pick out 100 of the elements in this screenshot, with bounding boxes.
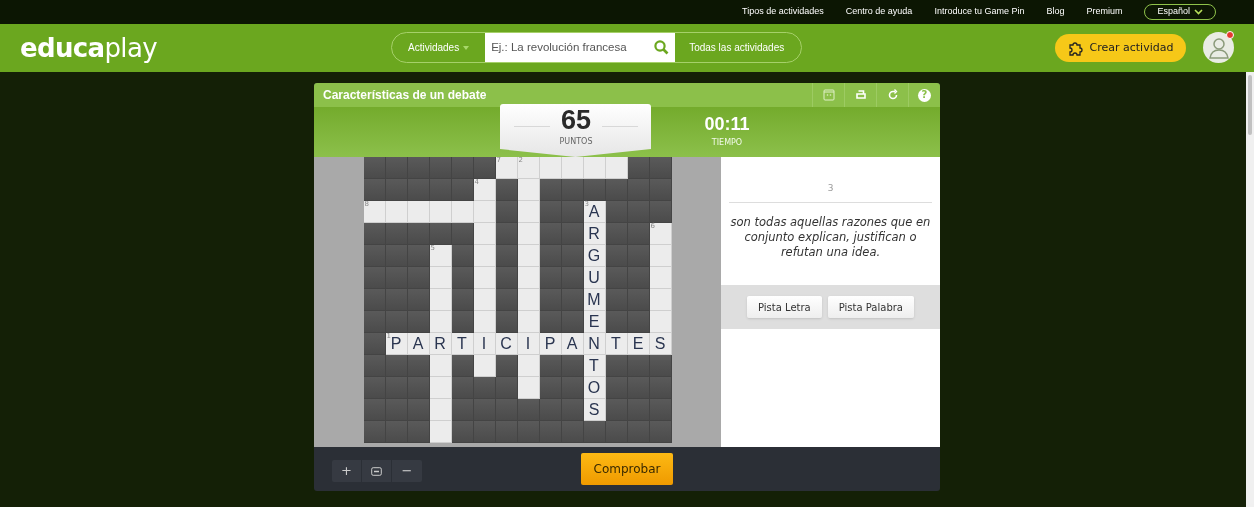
crossword-cell[interactable] bbox=[473, 267, 496, 289]
crossword-cell[interactable] bbox=[429, 421, 452, 443]
blocked-cell bbox=[627, 245, 650, 267]
create-activity-button[interactable]: Crear actividad bbox=[1055, 34, 1186, 62]
crossword-cell[interactable] bbox=[649, 311, 672, 333]
blocked-cell bbox=[605, 267, 628, 289]
crossword-cell[interactable] bbox=[473, 223, 496, 245]
blocked-cell bbox=[627, 267, 650, 289]
top-nav-link[interactable]: Tipos de actividades bbox=[742, 5, 824, 19]
blocked-cell bbox=[407, 421, 430, 443]
blocked-cell bbox=[561, 267, 584, 289]
crossword-cell[interactable] bbox=[407, 201, 430, 223]
crossword-cell[interactable]: G bbox=[583, 245, 606, 267]
crossword-cell[interactable] bbox=[517, 179, 540, 201]
blocked-cell bbox=[429, 179, 452, 201]
crossword-cell[interactable] bbox=[473, 355, 496, 377]
crossword-cell[interactable]: R bbox=[429, 333, 452, 355]
crossword-cell[interactable]: U bbox=[583, 267, 606, 289]
crossword-cell[interactable]: A bbox=[407, 333, 430, 355]
blocked-cell bbox=[495, 245, 518, 267]
crossword-cell[interactable] bbox=[517, 245, 540, 267]
crossword-cell[interactable] bbox=[473, 201, 496, 223]
crossword-cell[interactable] bbox=[429, 399, 452, 421]
crossword-cell[interactable] bbox=[429, 201, 452, 223]
crossword-cell[interactable]: S bbox=[649, 333, 672, 355]
crossword-cell[interactable] bbox=[429, 289, 452, 311]
score-label: PUNTOS bbox=[558, 136, 594, 148]
crossword-cell[interactable] bbox=[649, 245, 672, 267]
cell-letter: E bbox=[632, 335, 644, 352]
crossword-cell[interactable] bbox=[517, 355, 540, 377]
cell-letter: N bbox=[588, 335, 600, 352]
blocked-cell bbox=[473, 377, 496, 399]
crossword-cell[interactable] bbox=[429, 267, 452, 289]
crossword-cell[interactable]: T bbox=[605, 333, 628, 355]
crossword-cell[interactable]: R bbox=[583, 223, 606, 245]
blocked-cell bbox=[561, 179, 584, 201]
blocked-cell bbox=[407, 399, 430, 421]
crossword-cell[interactable] bbox=[539, 157, 562, 179]
crossword-cell[interactable] bbox=[517, 311, 540, 333]
blocked-cell bbox=[451, 267, 474, 289]
crossword-cell[interactable] bbox=[429, 311, 452, 333]
zoom-in-button[interactable]: + bbox=[332, 460, 362, 482]
blocked-cell bbox=[649, 399, 672, 421]
top-nav-link[interactable]: Centro de ayuda bbox=[845, 5, 913, 19]
top-nav-link[interactable]: Blog bbox=[1046, 5, 1065, 19]
crossword-cell[interactable] bbox=[517, 201, 540, 223]
crossword-cell[interactable] bbox=[561, 157, 584, 179]
blocked-cell bbox=[539, 267, 562, 289]
blocked-cell bbox=[539, 245, 562, 267]
crossword-cell[interactable] bbox=[517, 267, 540, 289]
crossword-cell[interactable]: O bbox=[583, 377, 606, 399]
cell-letter: C bbox=[500, 335, 512, 352]
blocked-cell bbox=[627, 223, 650, 245]
cell-letter: G bbox=[587, 247, 601, 264]
crossword-cell[interactable] bbox=[517, 223, 540, 245]
crossword-cell[interactable] bbox=[473, 311, 496, 333]
user-avatar[interactable] bbox=[1203, 32, 1234, 63]
crossword-cell[interactable] bbox=[429, 377, 452, 399]
crossword-cell[interactable]: I bbox=[517, 333, 540, 355]
crossword-cell[interactable] bbox=[473, 245, 496, 267]
blocked-cell bbox=[649, 355, 672, 377]
blocked-cell bbox=[363, 399, 386, 421]
blocked-cell bbox=[649, 179, 672, 201]
crossword-cell[interactable] bbox=[649, 289, 672, 311]
crossword-cell[interactable] bbox=[517, 377, 540, 399]
crossword-cell[interactable]: E bbox=[583, 311, 606, 333]
blocked-cell bbox=[561, 377, 584, 399]
crossword-cell[interactable] bbox=[517, 289, 540, 311]
crossword-cell[interactable] bbox=[649, 267, 672, 289]
crossword-cell[interactable]: I bbox=[473, 333, 496, 355]
hint-button[interactable]: Pista Letra bbox=[747, 296, 822, 318]
crossword-cell[interactable] bbox=[473, 289, 496, 311]
check-button[interactable]: Comprobar bbox=[581, 453, 673, 485]
crossword-cell[interactable]: N bbox=[583, 333, 606, 355]
top-nav-link[interactable]: Introduce tu Game Pin bbox=[934, 5, 1025, 19]
crossword-cell[interactable]: T bbox=[451, 333, 474, 355]
blocked-cell bbox=[407, 355, 430, 377]
crossword-cell[interactable] bbox=[385, 201, 408, 223]
cell-letter: O bbox=[587, 379, 601, 396]
cell-letter: P bbox=[390, 335, 402, 352]
top-nav-link[interactable]: Premium bbox=[1086, 5, 1123, 19]
crossword-cell[interactable] bbox=[605, 157, 628, 179]
zoom-out-button[interactable]: − bbox=[392, 460, 422, 482]
hint-button[interactable]: Pista Palabra bbox=[827, 296, 914, 318]
crossword-cell[interactable]: E bbox=[627, 333, 650, 355]
crossword-cell[interactable]: S bbox=[583, 399, 606, 421]
blocked-cell bbox=[495, 377, 518, 399]
blocked-cell bbox=[605, 421, 628, 443]
crossword-cell[interactable]: A bbox=[561, 333, 584, 355]
crossword-cell[interactable]: P bbox=[539, 333, 562, 355]
crossword-cell[interactable] bbox=[583, 157, 606, 179]
blocked-cell bbox=[363, 223, 386, 245]
scrollbar-thumb[interactable] bbox=[1248, 75, 1252, 135]
crossword-cell[interactable]: T bbox=[583, 355, 606, 377]
crossword-cell[interactable] bbox=[451, 201, 474, 223]
blocked-cell bbox=[451, 311, 474, 333]
blocked-cell bbox=[407, 245, 430, 267]
crossword-cell[interactable]: C bbox=[495, 333, 518, 355]
crossword-cell[interactable] bbox=[429, 355, 452, 377]
crossword-cell[interactable]: M bbox=[583, 289, 606, 311]
